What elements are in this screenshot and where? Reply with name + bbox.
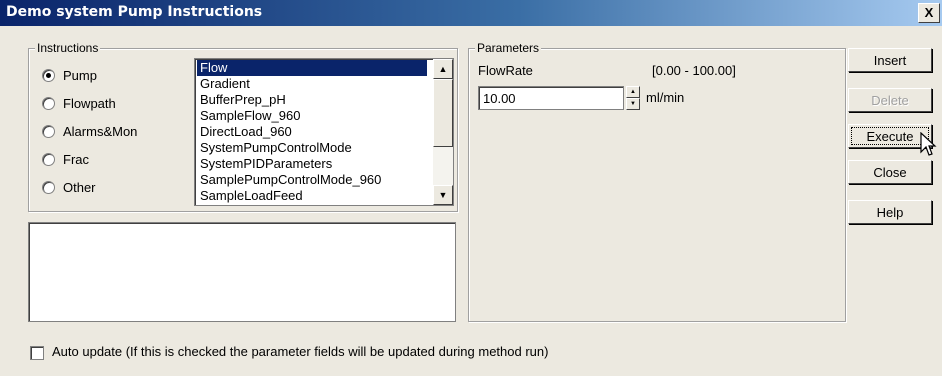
radio-flowpath-indicator[interactable] <box>42 96 55 110</box>
radio-alarms-mon-indicator[interactable] <box>42 124 55 138</box>
delete-button[interactable]: Delete <box>848 88 932 112</box>
close-icon[interactable]: X <box>918 3 940 23</box>
list-item[interactable]: BufferPrep_pH <box>197 92 427 108</box>
radio-pump-indicator[interactable] <box>42 68 55 82</box>
radio-frac[interactable]: Frac <box>42 150 89 168</box>
list-item[interactable]: SystemPIDParameters <box>197 156 427 172</box>
scroll-up-icon[interactable]: ▲ <box>433 59 453 79</box>
radio-other-label: Other <box>63 179 96 195</box>
list-item[interactable]: SampleFlow_960 <box>197 108 427 124</box>
instruction-description-box[interactable] <box>28 222 456 322</box>
list-item[interactable]: SampleLoadFeed <box>197 188 427 204</box>
radio-alarms-mon-label: Alarms&Mon <box>63 123 138 139</box>
instructions-legend: Instructions <box>35 41 101 55</box>
listbox-scrollbar[interactable]: ▲ ▼ <box>433 59 453 205</box>
scroll-thumb[interactable] <box>433 79 453 147</box>
instruction-listbox[interactable]: Flow Gradient BufferPrep_pH SampleFlow_9… <box>194 58 454 206</box>
radio-other[interactable]: Other <box>42 178 96 196</box>
mouse-cursor-icon <box>920 132 937 156</box>
auto-update-checkbox[interactable] <box>30 346 44 360</box>
param-name-label: FlowRate <box>478 63 533 78</box>
title-bar: Demo system Pump Instructions X <box>0 0 942 26</box>
parameters-legend: Parameters <box>475 41 542 55</box>
radio-pump-label: Pump <box>63 67 97 83</box>
param-range-label: [0.00 - 100.00] <box>652 63 736 78</box>
flowrate-input[interactable] <box>478 86 624 110</box>
radio-flowpath[interactable]: Flowpath <box>42 94 116 112</box>
close-button[interactable]: Close <box>848 160 932 184</box>
param-unit-label: ml/min <box>646 90 685 105</box>
spin-down-icon[interactable]: ▼ <box>626 98 640 110</box>
spin-up-icon[interactable]: ▲ <box>626 86 640 98</box>
flowrate-spinner[interactable]: ▲ ▼ <box>626 86 640 110</box>
radio-pump[interactable]: Pump <box>42 66 97 84</box>
radio-frac-indicator[interactable] <box>42 152 55 166</box>
help-button[interactable]: Help <box>848 200 932 224</box>
list-item[interactable]: Gradient <box>197 76 427 92</box>
insert-button[interactable]: Insert <box>848 48 932 72</box>
window-title: Demo system Pump Instructions <box>6 4 263 20</box>
radio-alarms-mon[interactable]: Alarms&Mon <box>42 122 137 140</box>
list-item[interactable]: SystemPumpControlMode <box>197 140 427 156</box>
radio-flowpath-label: Flowpath <box>63 95 116 111</box>
radio-frac-label: Frac <box>63 151 89 167</box>
list-item[interactable]: DirectLoad_960 <box>197 124 427 140</box>
radio-other-indicator[interactable] <box>42 180 55 194</box>
list-item[interactable]: Flow <box>197 60 427 76</box>
scroll-down-icon[interactable]: ▼ <box>433 185 453 205</box>
list-item[interactable]: SamplePumpControlMode_960 <box>197 172 427 188</box>
auto-update-label: Auto update (If this is checked the para… <box>52 344 549 359</box>
